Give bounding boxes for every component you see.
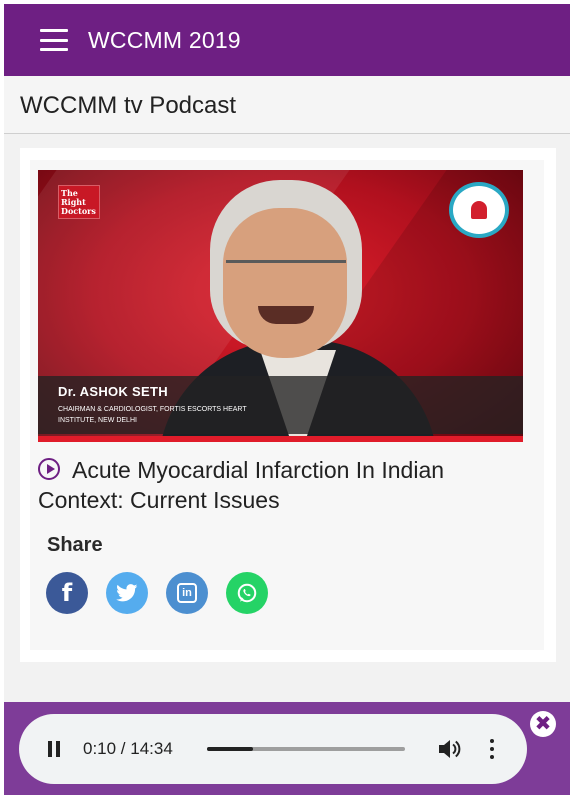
- episode-title-row[interactable]: Acute Myocardial Infarction In Indian Co…: [38, 455, 518, 515]
- episode-thumbnail[interactable]: The Right Doctors Dr. ASHOK SETH CHAIRMA…: [38, 170, 523, 442]
- speaker-role: CHAIRMAN & CARDIOLOGIST, FORTIS ESCORTS …: [58, 406, 247, 424]
- speaker-photo-face: [223, 208, 347, 358]
- episode-title[interactable]: Acute Myocardial Infarction In Indian Co…: [38, 457, 444, 513]
- seek-bar-fill: [207, 747, 253, 751]
- right-doctors-logo: The Right Doctors: [58, 185, 100, 219]
- speaker-photo-glasses: [226, 260, 346, 278]
- time-display: 0:10 / 14:34: [83, 739, 173, 758]
- twitter-share-button[interactable]: [106, 572, 148, 614]
- seek-bar[interactable]: [207, 747, 405, 751]
- facebook-icon: f: [61, 579, 73, 607]
- linkedin-icon: in: [177, 583, 197, 603]
- linkedin-share-button[interactable]: in: [166, 572, 208, 614]
- twitter-icon: [116, 584, 138, 602]
- app-title: WCCMM 2019: [88, 26, 241, 53]
- volume-icon[interactable]: [437, 738, 461, 760]
- facebook-share-button[interactable]: f: [46, 572, 88, 614]
- whatsapp-icon: [237, 583, 257, 603]
- close-player-button[interactable]: ✖: [530, 711, 556, 737]
- whatsapp-share-button[interactable]: [226, 572, 268, 614]
- share-label: Share: [47, 534, 103, 556]
- more-options-icon[interactable]: [489, 739, 495, 759]
- wccmm-seal-icon: [449, 182, 509, 238]
- page-header: WCCMM tv Podcast: [4, 76, 570, 134]
- speaker-name: Dr. ASHOK SETH: [58, 384, 168, 399]
- menu-icon[interactable]: [40, 29, 68, 51]
- pause-icon[interactable]: [47, 741, 61, 757]
- audio-player: 0:10 / 14:34: [19, 714, 527, 784]
- share-buttons: f in: [46, 572, 286, 614]
- heart-icon: [471, 201, 487, 219]
- app-bar: WCCMM 2019: [4, 4, 570, 76]
- page-title: WCCMM tv Podcast: [20, 92, 237, 119]
- thumbnail-bottom-bar: [38, 436, 523, 442]
- play-circle-icon[interactable]: [38, 458, 60, 480]
